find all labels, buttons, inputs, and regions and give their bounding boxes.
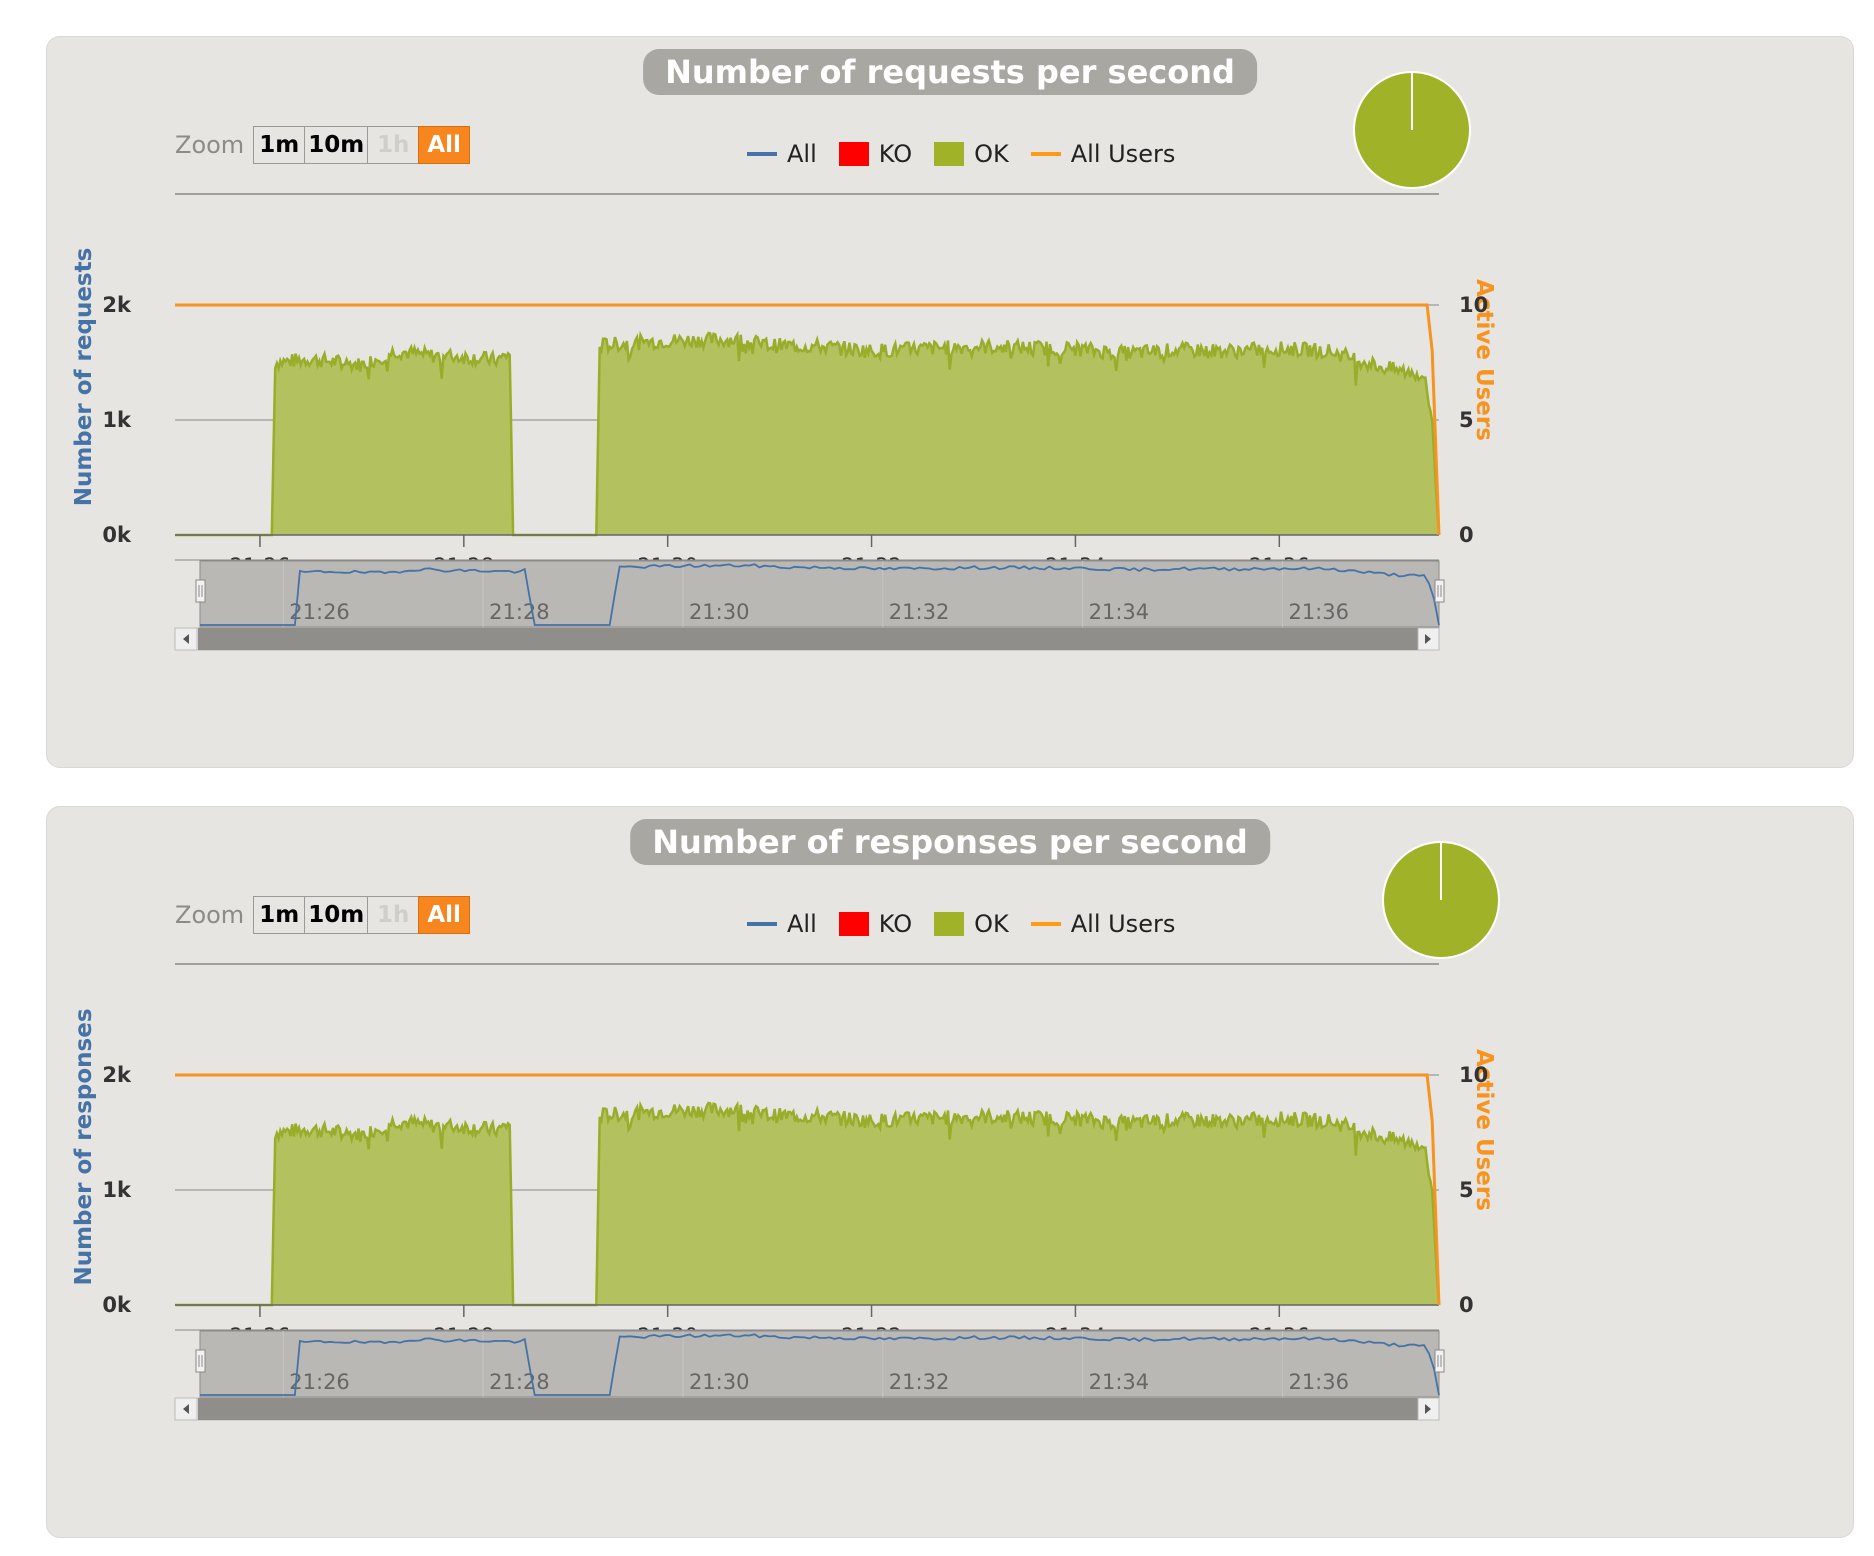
y-tick-label: 0k xyxy=(102,523,132,547)
y2-tick-label: 0 xyxy=(1459,523,1474,547)
y2-tick-label: 5 xyxy=(1459,1178,1474,1202)
navigator-left-handle xyxy=(195,1349,206,1373)
y-tick-label: 1k xyxy=(102,1178,132,1202)
y2-tick-label: 0 xyxy=(1459,1293,1474,1317)
y-tick-label: 2k xyxy=(102,1063,132,1087)
navigator-tick-label: 21:26 xyxy=(289,1370,350,1394)
navigator-tick-label: 21:26 xyxy=(289,600,350,624)
chart-svg: Number of requests Active Users0k1k2k0510… xyxy=(71,71,1497,651)
navigator-selection xyxy=(199,1330,1440,1398)
navigator-tick-label: 21:36 xyxy=(1288,1370,1349,1394)
navigator-tick-label: 21:28 xyxy=(489,1370,550,1394)
chart-svg: Number of responses Active Users0k1k2k051… xyxy=(71,841,1500,1421)
responses-chart-panel: Number of responses per second Zoom 1m 1… xyxy=(46,806,1854,1538)
requests-chart-panel: Number of requests per second Zoom 1m 10… xyxy=(46,36,1854,768)
y2-tick-label: 10 xyxy=(1459,293,1488,317)
navigator-tick-label: 21:34 xyxy=(1089,600,1150,624)
navigator-tick-label: 21:36 xyxy=(1288,600,1349,624)
navigator-tick-label: 21:34 xyxy=(1089,1370,1150,1394)
navigator-tick-label: 21:30 xyxy=(689,600,750,624)
y-axis-title: Number of requests xyxy=(71,248,97,507)
navigator-tick-label: 21:30 xyxy=(689,1370,750,1394)
y-tick-label: 0k xyxy=(102,1293,132,1317)
navigator-left-handle xyxy=(195,579,206,603)
navigator-right-handle xyxy=(1434,1349,1445,1373)
y2-tick-label: 5 xyxy=(1459,408,1474,432)
navigator-right-handle xyxy=(1434,579,1445,603)
y-tick-label: 2k xyxy=(102,293,132,317)
y-tick-label: 1k xyxy=(102,408,132,432)
navigator-tick-label: 21:32 xyxy=(889,600,950,624)
y2-tick-label: 10 xyxy=(1459,1063,1488,1087)
navigator-tick-label: 21:28 xyxy=(489,600,550,624)
scrollbar-thumb xyxy=(198,628,1418,650)
scrollbar-thumb xyxy=(198,1398,1418,1420)
navigator-selection xyxy=(199,560,1440,628)
navigator-tick-label: 21:32 xyxy=(889,1370,950,1394)
y-axis-title: Number of responses xyxy=(71,1008,97,1285)
